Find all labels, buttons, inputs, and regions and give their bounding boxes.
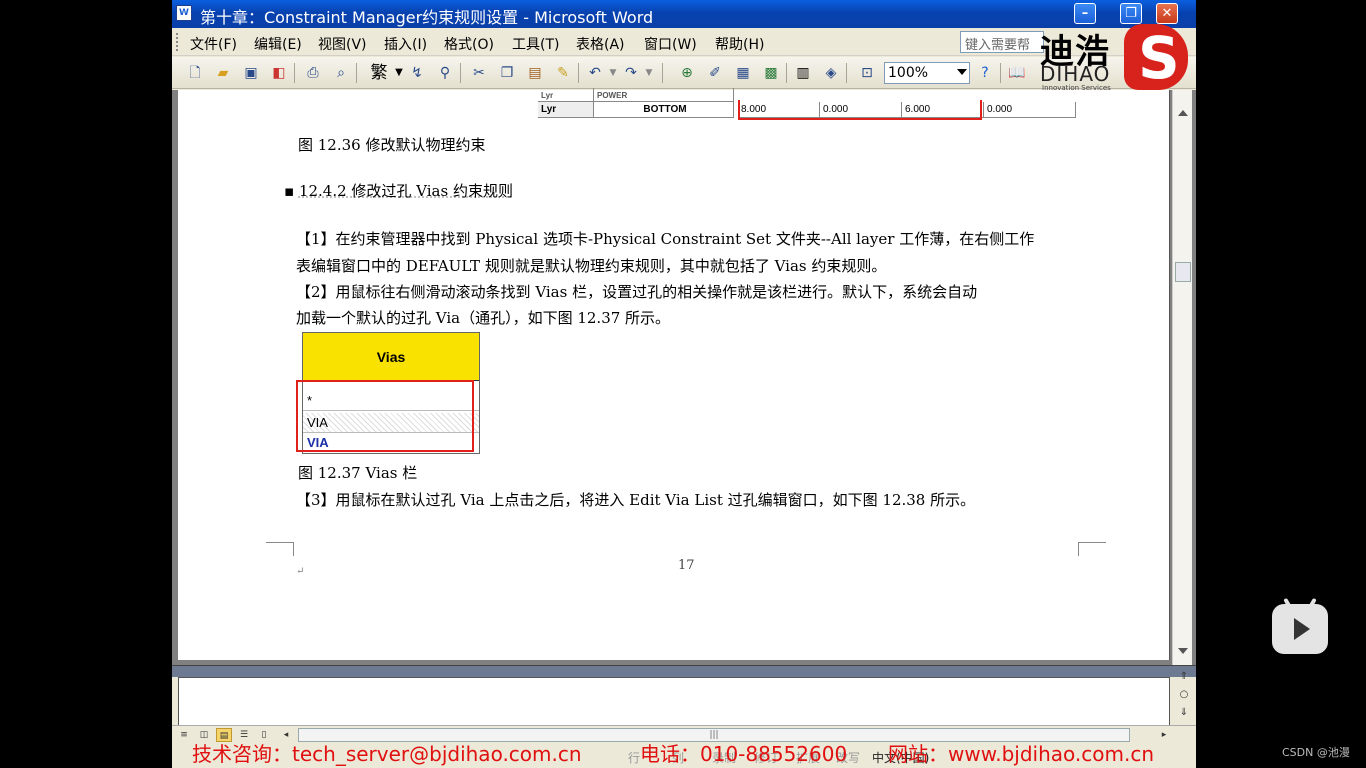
word-app-icon[interactable]: W	[176, 5, 192, 21]
table-cell-prev-layer: POWER	[594, 88, 734, 102]
new-document-icon[interactable]: 🗋	[186, 64, 204, 82]
research-icon[interactable]: ⚲	[436, 64, 454, 82]
paragraph-2-line-1: 【2】用鼠标往右侧滑动滚动条找到 Vias 栏，设置过孔的相关操作就是该栏进行。…	[296, 283, 978, 301]
vias-header: Vias	[303, 333, 479, 381]
scroll-thumb[interactable]	[1175, 262, 1191, 282]
tables-borders-icon[interactable]: ✐	[706, 64, 724, 82]
table-cell-layer: BOTTOM	[594, 102, 734, 118]
undo-dropdown-icon[interactable]: ▼	[604, 64, 622, 82]
permission-icon[interactable]: ◧	[270, 64, 288, 82]
save-icon[interactable]: ▣	[242, 64, 260, 82]
paragraph-1-line-1: 【1】在约束管理器中找到 Physical 选项卡-Physical Const…	[296, 230, 1035, 248]
menu-help[interactable]: 帮助(H)	[715, 34, 764, 54]
ad-phone: 电话：010-88552600	[640, 742, 848, 766]
redo-icon[interactable]: ↷	[622, 64, 640, 82]
read-mode-icon[interactable]: 📖	[1008, 64, 1026, 82]
document-area: Lyr POWER Lyr BOTTOM 8.000 0.000 6.000 0…	[172, 88, 1196, 665]
open-folder-icon[interactable]: ▰	[214, 64, 232, 82]
status-line: 行	[628, 751, 641, 765]
document-map-icon[interactable]: ⊡	[858, 64, 876, 82]
page-number: 17	[678, 558, 695, 573]
paragraph-1-line-2: 表编辑窗口中的 DEFAULT 规则就是默认物理约束规则，其中就包括了 Vias…	[296, 257, 887, 275]
logo-en-text: DIHAO	[1040, 62, 1111, 86]
zoom-dropdown-icon[interactable]	[957, 69, 967, 75]
menu-edit[interactable]: 编辑(E)	[254, 34, 302, 54]
paste-icon[interactable]: ▤	[526, 64, 544, 82]
print-icon[interactable]: ⎙	[304, 64, 322, 82]
ad-email: 技术咨询：tech_server@bjdihao.com.cn	[192, 742, 582, 766]
highlight-box	[738, 100, 982, 120]
menu-view[interactable]: 视图(V)	[318, 34, 367, 54]
vias-highlight-box	[296, 380, 474, 452]
insert-excel-icon[interactable]: ▩	[762, 64, 780, 82]
logo-mark-icon: S	[1124, 24, 1188, 92]
table-cell-value: 0.000	[984, 102, 1076, 118]
minimize-button[interactable]: –	[1074, 3, 1096, 24]
format-painter-icon[interactable]: ✎	[554, 64, 572, 82]
scroll-down-icon[interactable]	[1178, 648, 1188, 654]
menu-insert[interactable]: 插入(I)	[384, 34, 427, 54]
menu-format[interactable]: 格式(O)	[444, 34, 494, 54]
print-preview-icon[interactable]: ⌕	[332, 64, 350, 82]
zoom-select[interactable]: 100%	[884, 62, 970, 84]
browse-object-buttons[interactable]: ⇑ ○ ⇓	[1176, 668, 1192, 724]
paragraph-2-line-2: 加载一个默认的过孔 Via（通孔），如下图 12.37 所示。	[296, 309, 671, 327]
menu-file[interactable]: 文件(F)	[190, 34, 237, 54]
hyperlink-icon[interactable]: ⊕	[678, 64, 696, 82]
scroll-right-icon[interactable]: ▸	[1156, 728, 1172, 742]
scroll-up-icon[interactable]	[1178, 110, 1188, 116]
word-window: W 第十章：Constraint Manager约束规则设置 - Microso…	[172, 0, 1196, 768]
undo-icon[interactable]: ↶	[586, 64, 604, 82]
menu-window[interactable]: 窗口(W)	[644, 34, 697, 54]
menu-table[interactable]: 表格(A)	[576, 34, 625, 54]
paragraph-3: 【3】用鼠标在默认过孔 Via 上点击之后，将进入 Edit Via List …	[296, 491, 976, 509]
restore-button[interactable]: ❐	[1120, 3, 1142, 24]
lower-document-pane[interactable]	[178, 677, 1170, 727]
menu-tools[interactable]: 工具(T)	[512, 34, 559, 54]
close-button[interactable]: ✕	[1156, 3, 1178, 24]
drawing-icon[interactable]: ◈	[822, 64, 840, 82]
page-corner-mark-left	[266, 542, 294, 556]
menubar-grip[interactable]	[176, 33, 179, 51]
section-heading: ▪ 12.4.2 修改过孔 Vias 约束规则	[284, 182, 513, 200]
insert-table-icon[interactable]: ▦	[734, 64, 752, 82]
figure-12-37-caption: 图 12.37 Vias 栏	[298, 464, 418, 482]
help-icon[interactable]: ?	[976, 64, 994, 82]
copy-icon[interactable]: ❐	[498, 64, 516, 82]
pane-splitter[interactable]	[172, 665, 1196, 677]
table-cell-label: Lyr	[538, 102, 594, 118]
chevron-down-icon[interactable]: ▼	[390, 64, 408, 82]
paragraph-mark: ↵	[296, 566, 305, 577]
convert-icon[interactable]: ↯	[408, 64, 426, 82]
ad-website: 网站：www.bjdihao.com.cn	[888, 742, 1155, 766]
normal-view-icon[interactable]: ≡	[176, 728, 192, 742]
cut-icon[interactable]: ✂	[470, 64, 488, 82]
vertical-scrollbar[interactable]	[1172, 90, 1192, 665]
dihao-logo: 迪浩 DIHAO Innovation Services S	[1036, 22, 1196, 94]
redo-dropdown-icon[interactable]: ▼	[640, 64, 658, 82]
window-title: 第十章：Constraint Manager约束规则设置 - Microsoft…	[200, 8, 654, 27]
video-play-icon[interactable]	[1272, 597, 1328, 654]
zoom-value: 100%	[888, 65, 929, 81]
page-corner-mark-right	[1078, 542, 1106, 556]
help-search-input[interactable]: 键入需要帮	[960, 31, 1044, 53]
columns-icon[interactable]: ▥	[794, 64, 812, 82]
document-page[interactable]: Lyr POWER Lyr BOTTOM 8.000 0.000 6.000 0…	[178, 88, 1170, 660]
figure-12-36-caption: 图 12.36 修改默认物理约束	[298, 136, 486, 154]
csdn-watermark: CSDN @池漫	[1282, 746, 1350, 759]
table-cell-prev-label: Lyr	[538, 88, 594, 102]
